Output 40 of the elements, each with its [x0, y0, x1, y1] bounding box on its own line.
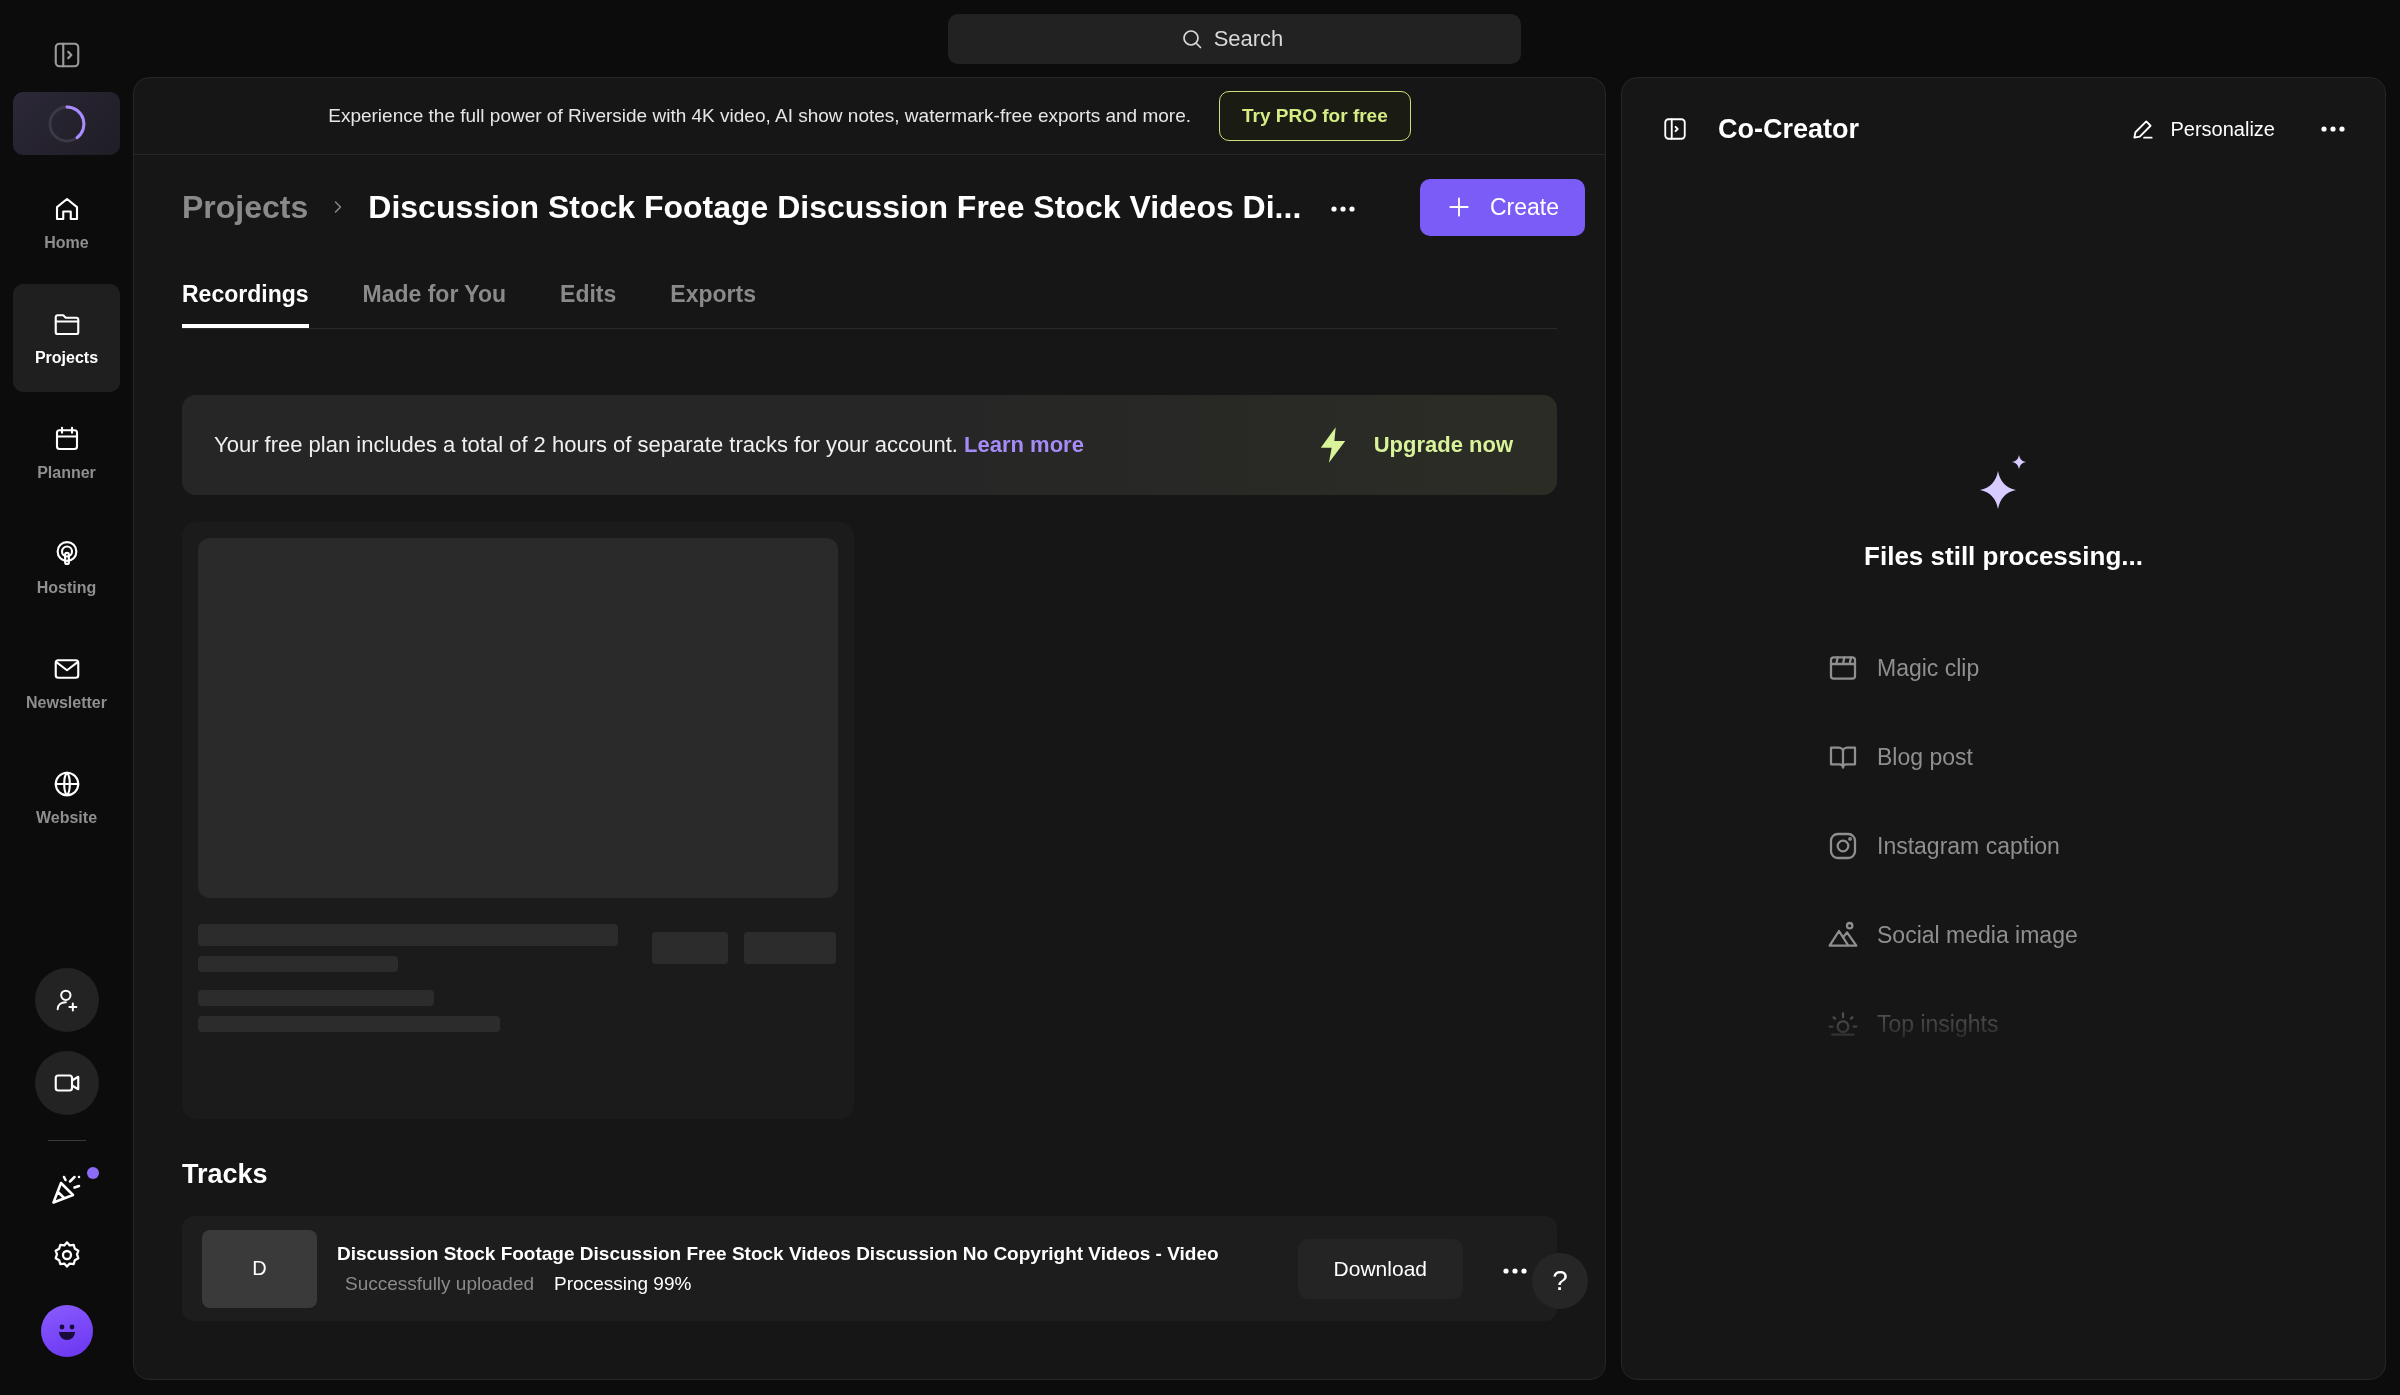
generator-item[interactable]: Magic clip: [1827, 652, 2078, 684]
personalize-button[interactable]: Personalize: [2124, 115, 2281, 143]
spinner-icon: [46, 103, 87, 144]
tab[interactable]: Made for You: [362, 265, 507, 328]
nav-item[interactable]: Newsletter: [13, 629, 120, 737]
section-heading: Tracks: [182, 1159, 269, 1190]
track-thumbnail: D: [202, 1229, 317, 1308]
more-icon[interactable]: [1503, 1267, 1527, 1274]
track-title: Discussion Stock Footage Discussion Free Stock Videos Discussion No Copyright Videos - Video: [337, 1242, 1219, 1265]
panel-title: Co-Creator: [1718, 113, 1859, 145]
more-icon[interactable]: [2321, 126, 2345, 132]
processing-status: Processing 99%: [554, 1272, 692, 1295]
panel-toggle-icon: [1662, 116, 1688, 142]
tab[interactable]: Edits: [560, 265, 617, 328]
try-pro-button[interactable]: Try PRO for free: [1219, 91, 1411, 141]
generator-item[interactable]: Social media image: [1827, 919, 2078, 951]
processing-message: Files still processing...: [1864, 541, 2143, 572]
tab[interactable]: Exports: [670, 265, 756, 328]
nav-item[interactable]: Projects: [13, 284, 120, 392]
generator-item[interactable]: Blog post: [1827, 741, 2078, 773]
more-icon[interactable]: [1331, 206, 1356, 212]
nav-item[interactable]: Home: [13, 169, 120, 277]
avatar[interactable]: [40, 1305, 93, 1357]
learn-more-link[interactable]: Learn more: [964, 432, 1084, 457]
instagram-icon: [1827, 830, 1859, 862]
download-button[interactable]: Download: [1297, 1238, 1463, 1299]
nav-item[interactable]: Website: [13, 744, 120, 852]
tab[interactable]: Recordings: [182, 265, 309, 328]
upload-status: Successfully uploaded: [345, 1272, 535, 1295]
promo-text: Experience the full power of Riverside with 4K video, AI show notes, watermark-free exports and more.: [328, 105, 1192, 127]
generator-item[interactable]: Instagram caption: [1827, 830, 2078, 862]
nav-item[interactable]: Planner: [13, 399, 120, 507]
help-button[interactable]: ?: [1532, 1253, 1588, 1309]
breadcrumb-link[interactable]: Projects: [182, 188, 309, 226]
search-field[interactable]: Search: [948, 13, 1521, 64]
plan-notice-text: Your free plan includes a total of 2 hours of separate tracks for your account. Learn more: [214, 431, 1085, 459]
create-button[interactable]: Create: [1419, 178, 1585, 236]
project-title: Discussion Stock Footage Discussion Free Stock Videos Di...: [368, 188, 1302, 226]
nav-item[interactable]: Hosting: [13, 514, 120, 622]
upgrade-button[interactable]: Upgrade now: [1309, 425, 1519, 465]
